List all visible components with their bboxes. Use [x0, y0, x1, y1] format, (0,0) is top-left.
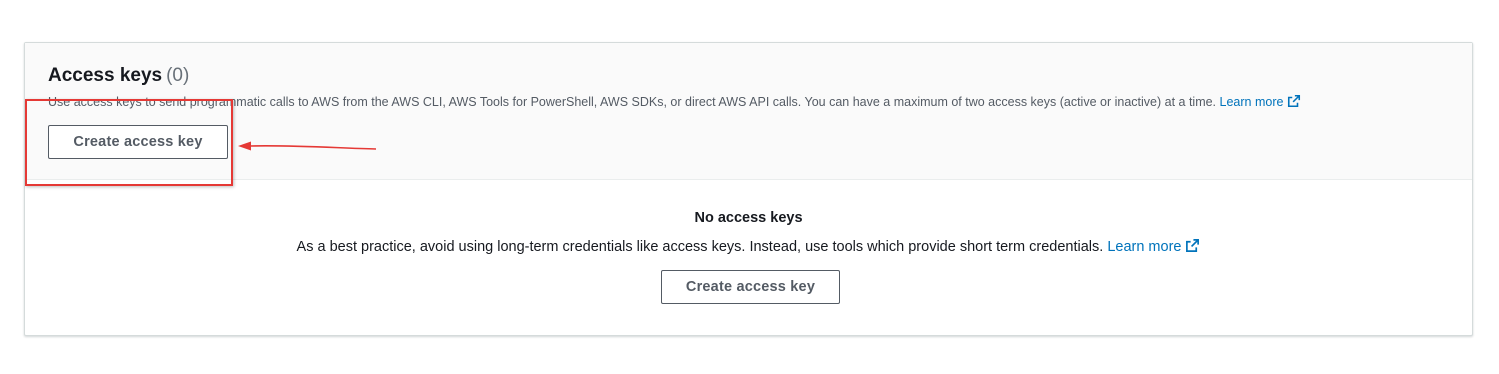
page-title: Access keys (0) — [48, 65, 189, 87]
access-keys-panel: Access keys (0) Use access keys to send p… — [24, 42, 1473, 336]
empty-state-title: No access keys — [694, 210, 803, 226]
access-keys-description-text: Use access keys to send programmatic cal… — [48, 95, 1217, 109]
access-keys-description: Use access keys to send programmatic cal… — [48, 94, 1301, 111]
create-access-key-button-empty[interactable]: Create access key — [661, 270, 840, 304]
learn-more-label: Learn more — [1107, 239, 1182, 255]
access-keys-count: (0) — [166, 65, 190, 86]
empty-state-description-text: As a best practice, avoid using long-ter… — [296, 239, 1104, 255]
learn-more-label: Learn more — [1219, 95, 1284, 109]
external-link-icon — [1287, 94, 1301, 111]
empty-state-description: As a best practice, avoid using long-ter… — [25, 238, 1472, 257]
access-keys-header: Access keys (0) Use access keys to send p… — [25, 43, 1472, 180]
learn-more-link-header[interactable]: Learn more — [1219, 94, 1302, 111]
create-access-key-button-header[interactable]: Create access key — [48, 125, 228, 159]
access-keys-title: Access keys — [48, 65, 163, 86]
learn-more-link-empty[interactable]: Learn more — [1107, 239, 1200, 255]
external-link-icon — [1185, 238, 1200, 257]
